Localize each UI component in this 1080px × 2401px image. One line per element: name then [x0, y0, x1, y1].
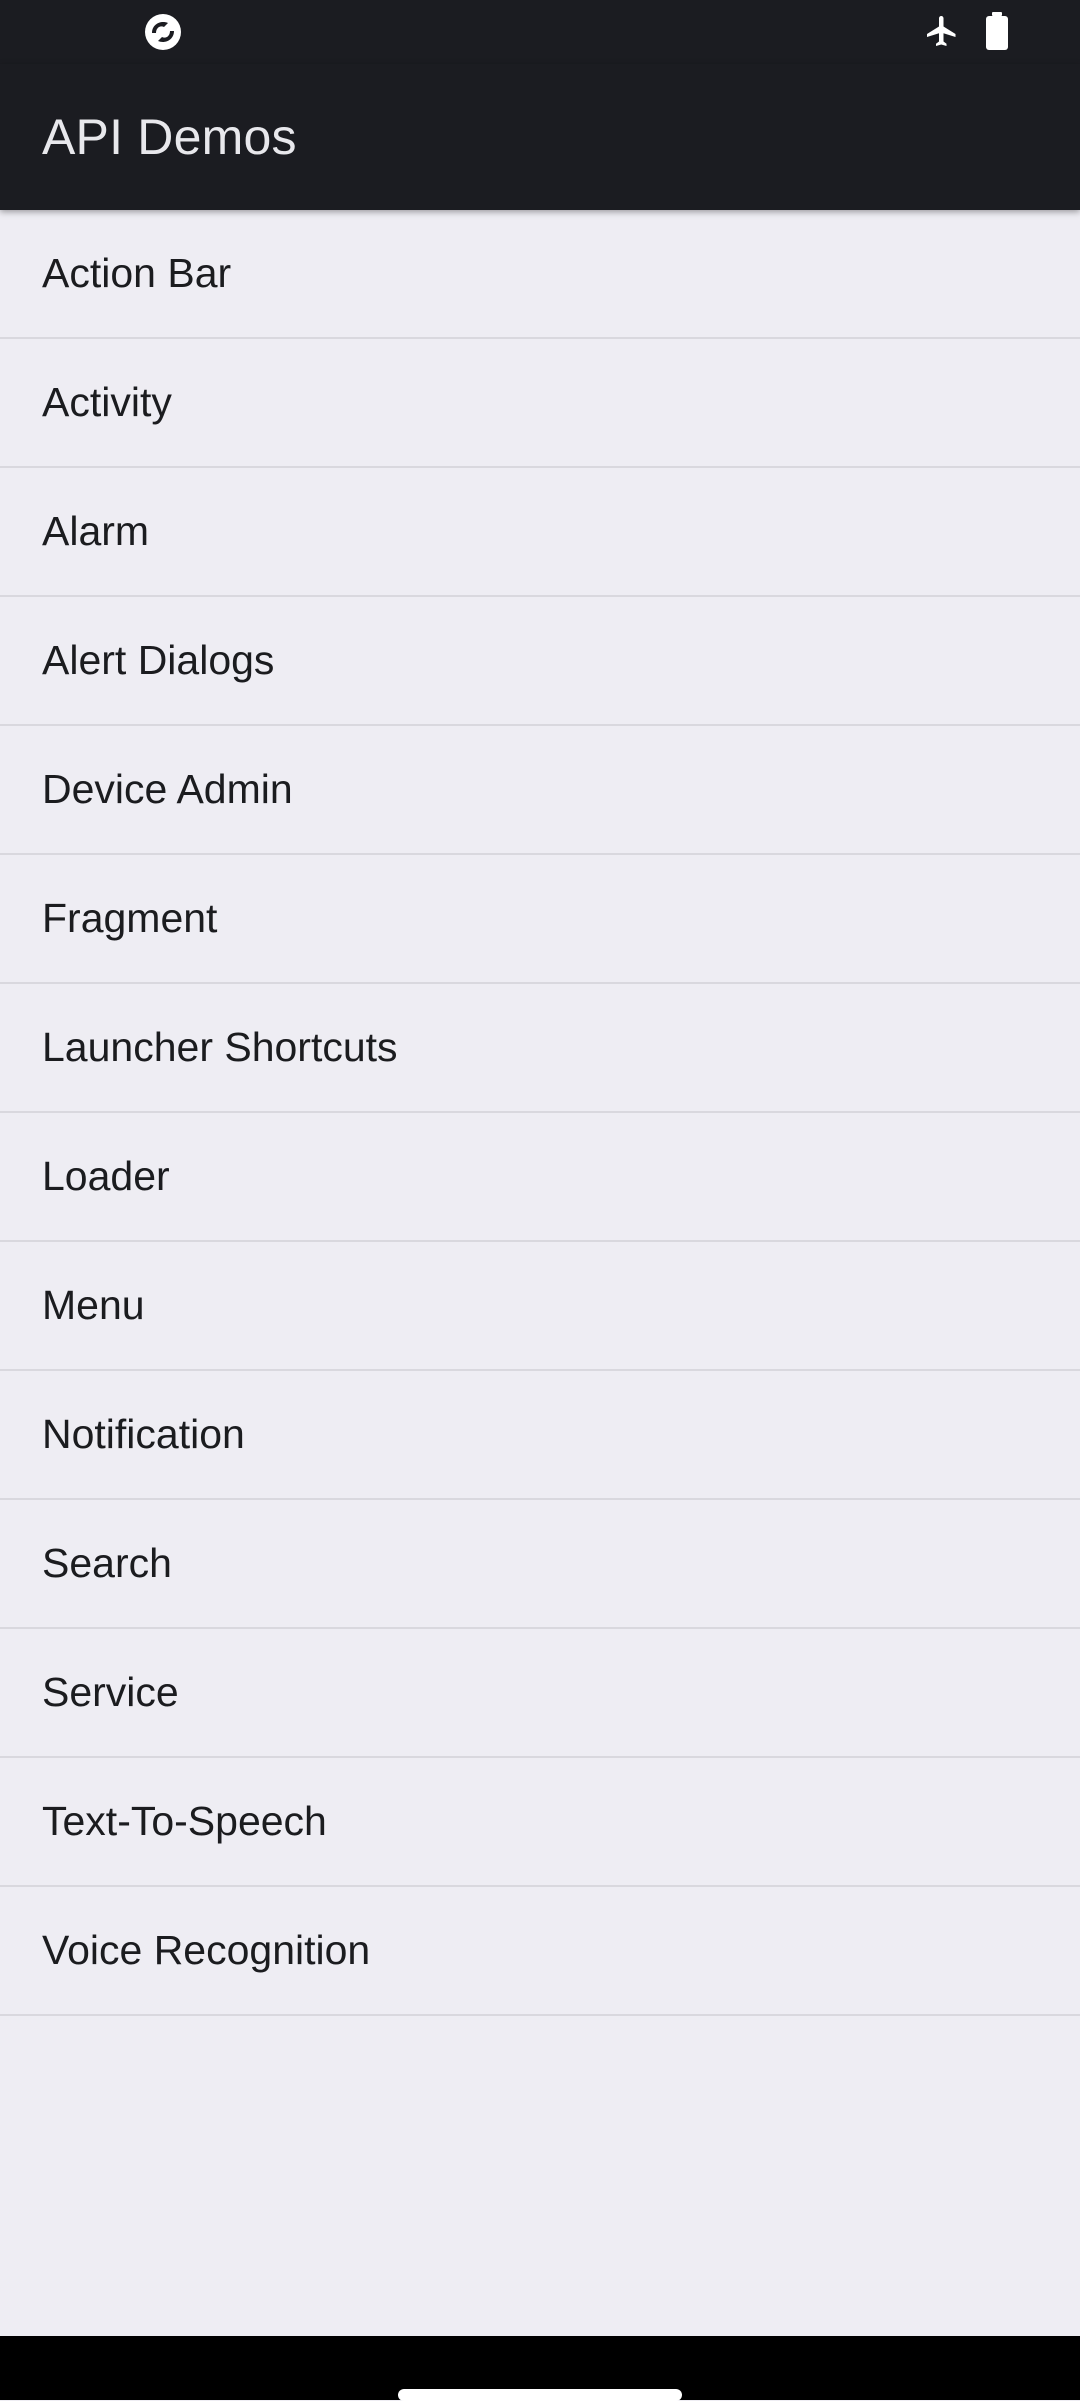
list-item-fragment[interactable]: Fragment [0, 855, 1080, 984]
list-item-service[interactable]: Service [0, 1629, 1080, 1758]
list-item-activity[interactable]: Activity [0, 339, 1080, 468]
list-item-alarm[interactable]: Alarm [0, 468, 1080, 597]
list-item-action-bar[interactable]: Action Bar [0, 210, 1080, 339]
status-bar [0, 0, 1080, 64]
list-item-loader[interactable]: Loader [0, 1113, 1080, 1242]
battery-icon [986, 12, 1008, 50]
list-item-voice-recognition[interactable]: Voice Recognition [0, 1887, 1080, 2016]
demo-list: Action Bar Activity Alarm Alert Dialogs … [0, 210, 1080, 2016]
list-item-notification[interactable]: Notification [0, 1371, 1080, 1500]
airplane-mode-icon [927, 16, 956, 46]
list-item-device-admin[interactable]: Device Admin [0, 726, 1080, 855]
list-item-alert-dialogs[interactable]: Alert Dialogs [0, 597, 1080, 726]
app-bar: API Demos [0, 64, 1080, 210]
list-item-search[interactable]: Search [0, 1500, 1080, 1629]
list-item-menu[interactable]: Menu [0, 1242, 1080, 1371]
home-gesture-handle[interactable] [398, 2389, 682, 2401]
list-item-launcher-shortcuts[interactable]: Launcher Shortcuts [0, 984, 1080, 1113]
page-title: API Demos [42, 109, 297, 165]
list-item-text-to-speech[interactable]: Text-To-Speech [0, 1758, 1080, 1887]
app-notification-icon [145, 14, 181, 50]
